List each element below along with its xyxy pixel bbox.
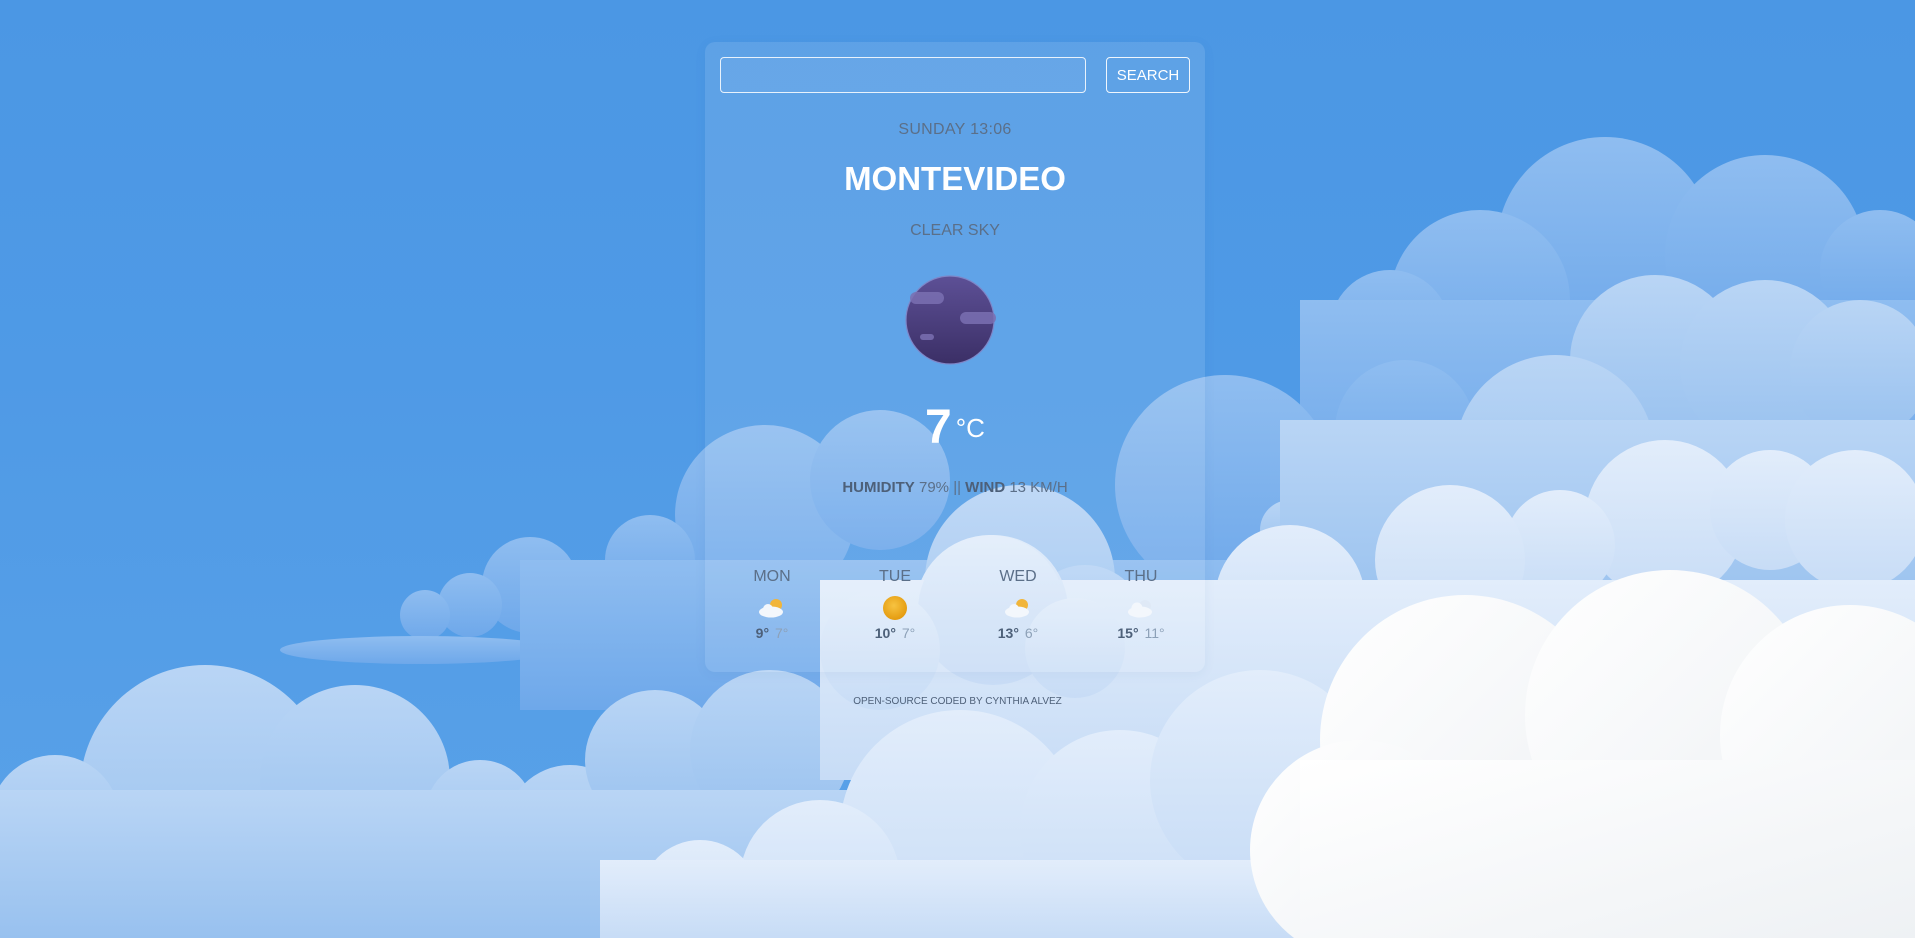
city-name: MONTEVIDEO: [844, 160, 1066, 197]
cloudy-icon: [1128, 600, 1152, 618]
stats-separator: ||: [953, 479, 961, 496]
search-button[interactable]: SEARCH: [1106, 57, 1190, 93]
current-temperature: 7 °C: [705, 400, 1205, 455]
night-clear-moon-icon: [905, 275, 996, 365]
forecast-low: 11°: [1144, 625, 1165, 641]
forecast-list: MON 9° 7° TUE 10° 7° WED 13° 6° THU 15° …: [720, 568, 1177, 658]
forecast-temps: 9° 7°: [722, 625, 822, 641]
forecast-day-name: MON: [753, 568, 791, 585]
forecast-temps: 15° 11°: [1091, 625, 1191, 641]
forecast-day: TUE 10° 7°: [845, 568, 945, 641]
search-input[interactable]: [720, 57, 1086, 93]
forecast-day-name: TUE: [879, 568, 911, 585]
temperature-value: 7: [925, 401, 952, 454]
forecast-temps: 10° 7°: [845, 625, 945, 641]
forecast-high: 10°: [874, 625, 896, 641]
humidity-label: HUMIDITY: [842, 479, 915, 496]
current-datetime: SUNDAY 13:06: [898, 121, 1012, 138]
forecast-day: WED 13° 6°: [968, 568, 1068, 641]
footer-credit: OPEN-SOURCE CODED BY CYNTHIA ALVEZ: [853, 696, 1062, 707]
forecast-high: 15°: [1117, 625, 1139, 641]
forecast-day: MON 9° 7°: [722, 568, 822, 641]
forecast-high: 13°: [997, 625, 1019, 641]
search-bar: SEARCH: [720, 57, 1190, 95]
forecast-low: 6°: [1024, 625, 1039, 641]
wind-label: WIND: [965, 479, 1006, 496]
sun-icon: [883, 596, 907, 620]
forecast-low: 7°: [901, 625, 916, 641]
weather-card: SEARCH SUNDAY 13:06 MONTEVIDEO CLEAR SKY…: [705, 42, 1205, 672]
humidity-value: 79%: [918, 479, 950, 496]
forecast-low: 7°: [774, 625, 789, 641]
forecast-day: THU 15° 11°: [1091, 568, 1191, 641]
weather-condition: CLEAR SKY: [910, 222, 1000, 239]
partly-cloudy-icon: [1005, 599, 1029, 618]
forecast-day-name: WED: [999, 568, 1037, 585]
forecast-day-name: THU: [1124, 568, 1158, 585]
forecast-high: 9°: [755, 625, 770, 641]
wind-value: 13 KM/H: [1009, 479, 1068, 496]
partly-cloudy-icon: [759, 599, 783, 618]
temperature-unit: °C: [955, 413, 985, 443]
humidity-wind-stats: HUMIDITY 79% || WIND 13 KM/H: [705, 479, 1205, 496]
forecast-temps: 13° 6°: [968, 625, 1068, 641]
